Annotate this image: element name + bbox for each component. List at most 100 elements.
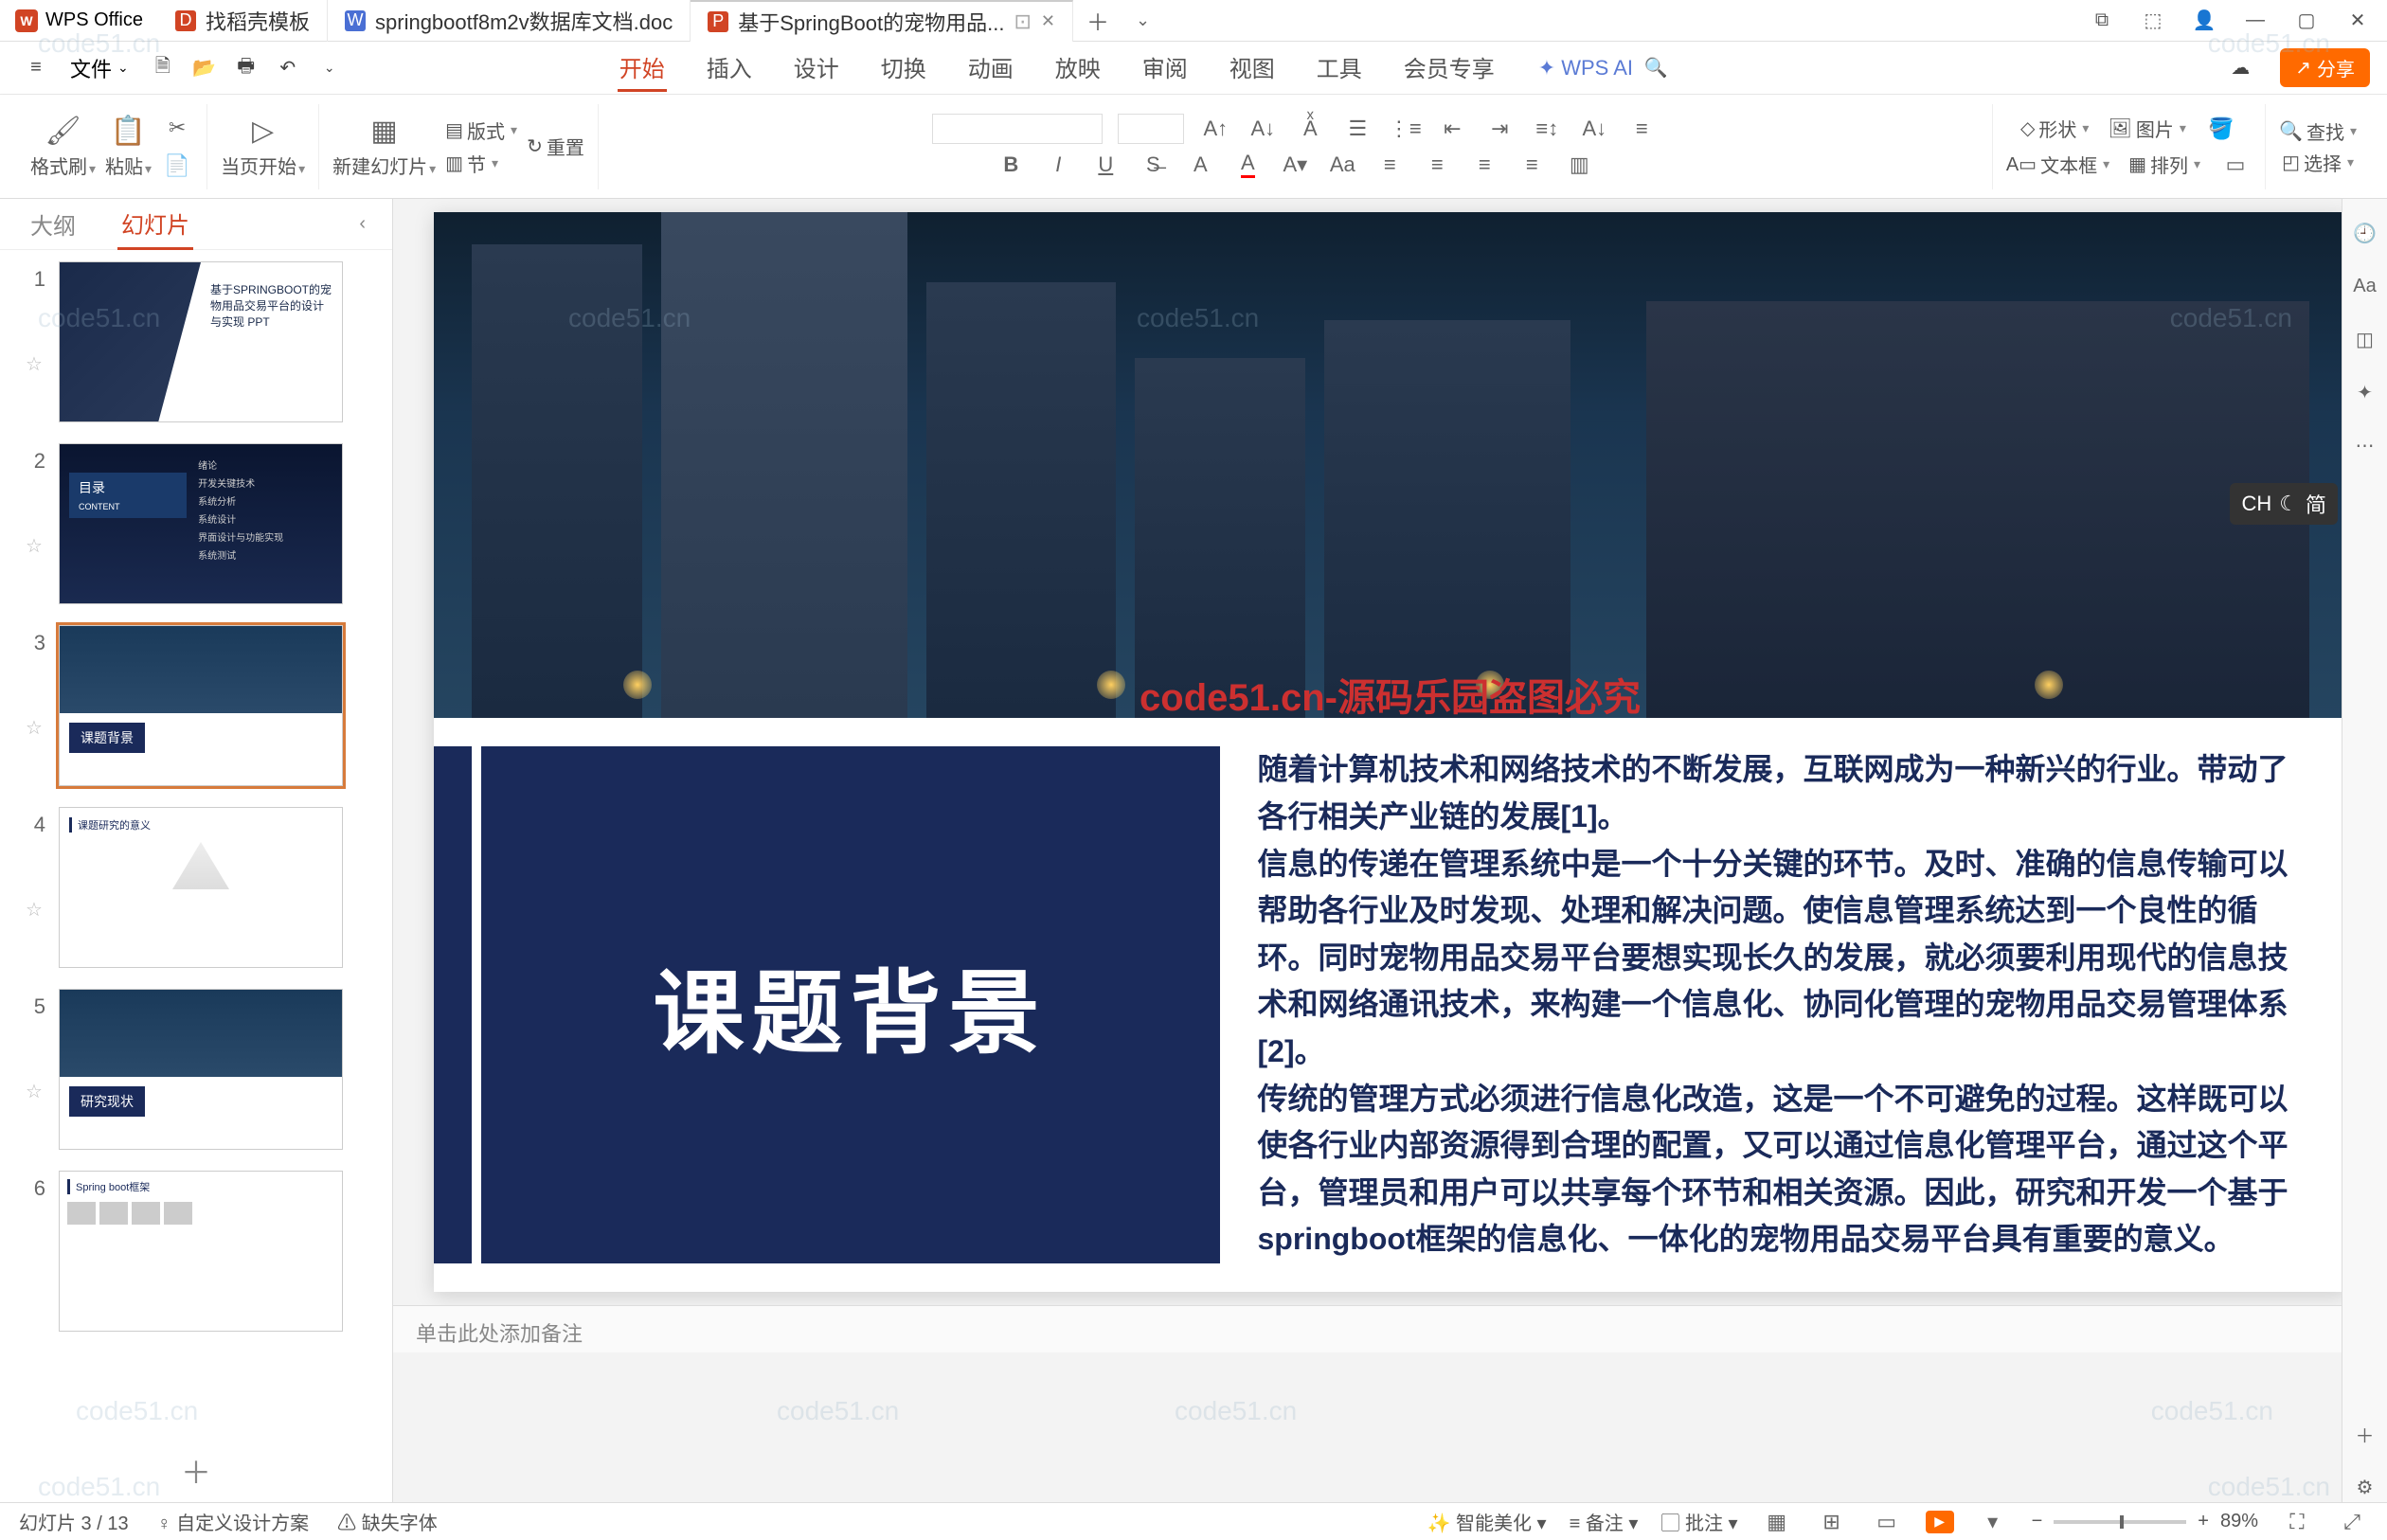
outline-button[interactable]: ▭ [2219, 149, 2252, 181]
bold-button[interactable]: B [995, 149, 1027, 181]
close-icon[interactable]: ✕ [1041, 11, 1055, 31]
layout-button[interactable]: ▤版式 [445, 116, 517, 144]
rail-object-icon[interactable]: ◫ [2350, 324, 2380, 354]
align-right-button[interactable]: ≡ [1468, 149, 1500, 181]
star-icon[interactable]: ☆ [26, 534, 43, 558]
zoom-slider[interactable] [2054, 1520, 2186, 1524]
format-painter-button[interactable]: 🖌格式刷 [30, 115, 96, 179]
notes-toggle[interactable]: ≡ 备注 ▾ [1570, 1508, 1639, 1535]
rail-more-icon[interactable]: ⋯ [2350, 430, 2380, 460]
beautify-button[interactable]: ✨ 智能美化 ▾ [1427, 1508, 1547, 1535]
close-button[interactable]: ✕ [2345, 9, 2370, 33]
comments-toggle[interactable]: ▢ 批注 ▾ [1660, 1508, 1737, 1535]
paste-button[interactable]: 📋粘贴 [105, 115, 152, 179]
align-center-button[interactable]: ≡ [1421, 149, 1453, 181]
zoom-out-button[interactable]: − [2032, 1511, 2043, 1532]
shape-button[interactable]: ◇形状 [2020, 115, 2089, 142]
shadow-button[interactable]: A [1184, 149, 1216, 181]
section-button[interactable]: ▥节 [445, 150, 517, 177]
textbox-button[interactable]: A▭文本框 [2006, 151, 2109, 178]
align-left-button[interactable]: ≡ [1373, 149, 1406, 181]
highlight-button[interactable]: A▾ [1279, 149, 1311, 181]
thumbnail-5[interactable]: 研究现状 [59, 989, 343, 1150]
avatar-icon[interactable]: 👤 [2192, 9, 2216, 33]
new-slide-button[interactable]: ▦新建幻灯片 [332, 115, 436, 179]
add-slide-button[interactable]: ＋ [0, 1440, 392, 1502]
ime-indicator[interactable]: CH☾简 [2230, 483, 2338, 525]
notes-input[interactable]: 单击此处添加备注 [393, 1305, 2387, 1352]
thumbnail-3[interactable]: 课题背景 [59, 625, 343, 786]
thumbnail-list[interactable]: 1☆ 基于SPRINGBOOT的宠物用品交易平台的设计与实现 PPT 2☆ 目录… [0, 250, 392, 1440]
expand-button[interactable]: ⤢ [2336, 1506, 2368, 1538]
reading-view-button[interactable]: ▭ [1871, 1506, 1903, 1538]
fit-button[interactable]: ⛶ [2281, 1506, 2313, 1538]
slides-tab[interactable]: 幻灯片 [117, 199, 193, 250]
thumbnail-4[interactable]: 课题研究的意义 [59, 807, 343, 968]
rail-anim-icon[interactable]: ✦ [2350, 377, 2380, 407]
design-scheme[interactable]: ♀ 自定义设计方案 [157, 1508, 310, 1535]
align-v-button[interactable]: ≡ [1625, 113, 1658, 145]
cloud-icon[interactable]: ☁ [2221, 49, 2259, 87]
rail-settings-icon[interactable]: ⚙ [2350, 1472, 2380, 1502]
present-dropdown[interactable]: ▾ [1977, 1506, 2009, 1538]
maximize-button[interactable]: ▢ [2294, 9, 2319, 33]
decrease-font-button[interactable]: A↓ [1247, 113, 1279, 145]
clear-format-button[interactable]: Aͯ [1294, 113, 1326, 145]
redo-icon[interactable]: ⌄ [311, 49, 349, 87]
indent-inc-button[interactable]: ⇥ [1483, 113, 1516, 145]
rail-recent-icon[interactable]: 🕘 [2350, 218, 2380, 248]
increase-font-button[interactable]: A↑ [1199, 113, 1231, 145]
rail-style-icon[interactable]: Aa [2350, 271, 2380, 301]
align-justify-button[interactable]: ≡ [1516, 149, 1548, 181]
print-icon[interactable]: 🖶 [227, 49, 265, 87]
from-current-button[interactable]: ▷当页开始 [221, 115, 305, 179]
minimize-button[interactable]: — [2243, 9, 2268, 33]
columns-button[interactable]: ▥ [1563, 149, 1595, 181]
copy-button[interactable]: 📄 [161, 150, 193, 182]
window-copy-icon[interactable]: ⧉ [2090, 9, 2114, 33]
text-dir-button[interactable]: A↓ [1578, 113, 1610, 145]
zoom-control[interactable]: − + 89% [2032, 1511, 2258, 1532]
collapse-panel-button[interactable]: ‹ [359, 213, 366, 235]
hamburger-icon[interactable]: ≡ [17, 49, 55, 87]
line-spacing-button[interactable]: ≡↕ [1531, 113, 1563, 145]
strike-button[interactable]: S̶ [1137, 149, 1169, 181]
rail-add-icon[interactable]: ＋ [2350, 1419, 2380, 1449]
font-size-select[interactable] [1118, 114, 1184, 144]
menu-tab-insert[interactable]: 插入 [705, 45, 754, 92]
file-menu[interactable]: 文件⌄ [59, 53, 140, 83]
cut-button[interactable]: ✂ [161, 112, 193, 144]
slide-canvas[interactable]: code51.cn-源码乐园盗图必究 课题背景 随着计算机技术和网络技术的不断发… [434, 212, 2347, 1292]
tab-template[interactable]: D 找稻壳模板 [158, 0, 328, 42]
menu-tab-animation[interactable]: 动画 [966, 45, 1015, 92]
cube-icon[interactable]: ⬚ [2141, 9, 2165, 33]
reset-button[interactable]: ↻重置 [527, 133, 584, 160]
arrange-button[interactable]: ▦排列 [2128, 151, 2200, 178]
star-icon[interactable]: ☆ [26, 716, 43, 740]
font-color-button[interactable]: A [1231, 149, 1264, 181]
menu-tab-tools[interactable]: 工具 [1315, 45, 1364, 92]
font-family-select[interactable] [932, 114, 1103, 144]
add-tab-button[interactable]: ＋ [1073, 4, 1122, 37]
star-icon[interactable]: ☆ [26, 352, 43, 376]
tab-ppt[interactable]: P 基于SpringBoot的宠物用品... ⊡ ✕ [691, 0, 1073, 42]
underline-button[interactable]: U [1089, 149, 1122, 181]
thumbnail-6[interactable]: Spring boot框架 [59, 1171, 343, 1332]
italic-button[interactable]: I [1042, 149, 1074, 181]
open-icon[interactable]: 📂 [186, 49, 224, 87]
menu-tab-vip[interactable]: 会员专享 [1402, 45, 1497, 92]
star-icon[interactable]: ☆ [26, 1080, 43, 1103]
indent-dec-button[interactable]: ⇤ [1436, 113, 1468, 145]
new-icon[interactable]: 🗎 [144, 49, 182, 87]
slide-body-text[interactable]: 随着计算机技术和网络技术的不断发展，互联网成为一种新兴的行业。带动了各行相关产业… [1258, 746, 2300, 1263]
numbering-button[interactable]: ⋮≡ [1389, 113, 1421, 145]
search-icon[interactable]: 🔍 [1637, 49, 1675, 87]
missing-font[interactable]: ⚠ 缺失字体 [337, 1508, 438, 1535]
sorter-view-button[interactable]: ⊞ [1816, 1506, 1848, 1538]
wps-ai-button[interactable]: ✦WPS AI [1538, 56, 1633, 81]
menu-tab-slideshow[interactable]: 放映 [1053, 45, 1103, 92]
thumbnail-1[interactable]: 基于SPRINGBOOT的宠物用品交易平台的设计与实现 PPT [59, 261, 343, 422]
outline-tab[interactable]: 大纲 [27, 200, 80, 248]
menu-tab-start[interactable]: 开始 [618, 45, 667, 92]
undo-icon[interactable]: ↶ [269, 49, 307, 87]
